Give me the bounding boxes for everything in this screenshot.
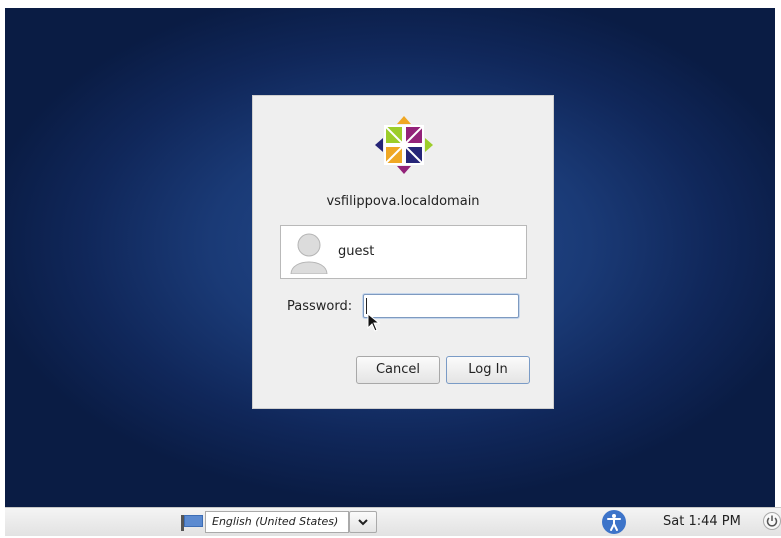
password-label: Password:: [287, 299, 353, 314]
hostname-label: vsfilippova.localdomain: [326, 194, 480, 209]
language-selector[interactable]: English (United States): [205, 511, 349, 533]
language-dropdown-button[interactable]: [349, 511, 377, 533]
username-label: guest: [338, 244, 375, 259]
desktop-background: vsfilippova.localdomain guest Password: …: [5, 8, 775, 507]
user-list-item[interactable]: guest: [280, 225, 527, 279]
chevron-down-icon: [358, 519, 368, 526]
accessibility-icon: [607, 514, 621, 531]
bottom-panel: English (United States) Sat 1:44 PM: [5, 507, 781, 536]
user-avatar-icon: [290, 233, 328, 274]
cancel-button[interactable]: Cancel: [356, 356, 440, 384]
centos-logo-icon: [375, 116, 433, 174]
mouse-pointer-icon: [367, 313, 381, 332]
clock[interactable]: Sat 1:44 PM: [663, 514, 741, 529]
power-button[interactable]: [763, 512, 781, 530]
password-field[interactable]: [363, 294, 519, 318]
login-button[interactable]: Log In: [446, 356, 530, 384]
login-dialog: vsfilippova.localdomain guest Password: …: [252, 95, 554, 409]
power-icon: [766, 515, 778, 527]
text-caret: [366, 298, 367, 314]
language-flag-icon: [181, 515, 203, 531]
accessibility-button[interactable]: [602, 510, 626, 534]
